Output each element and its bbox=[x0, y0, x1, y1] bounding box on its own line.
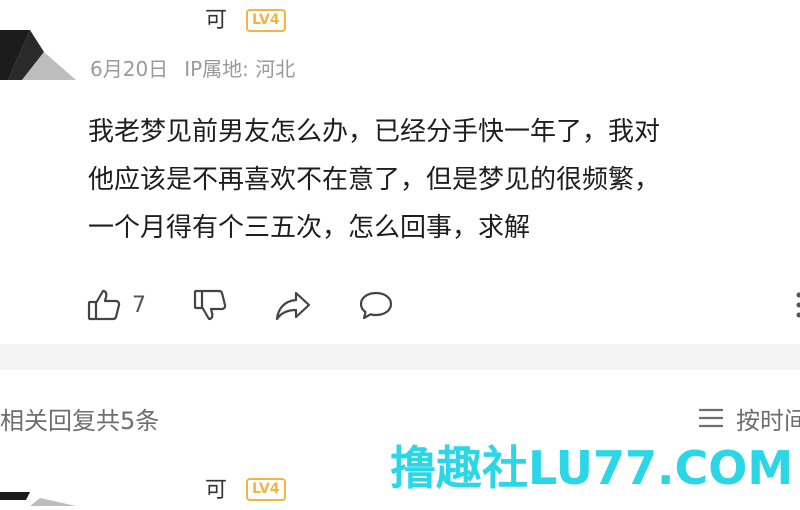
reply-level-badge: LV4 bbox=[246, 478, 286, 501]
ip-location: IP属地: 河北 bbox=[184, 57, 295, 81]
post-content: 我老梦见前男友怎么办，已经分手快一年了，我对 他应该是不再喜欢不在意了，但是梦见… bbox=[88, 108, 800, 252]
share-button[interactable] bbox=[274, 285, 312, 325]
thumbs-up-icon bbox=[86, 287, 122, 323]
thumbs-down-icon bbox=[192, 287, 228, 323]
sort-label: 按时间 bbox=[736, 406, 800, 436]
post-content-line: 一个月得有个三五次，怎么回事，求解 bbox=[88, 204, 800, 252]
section-divider bbox=[0, 344, 800, 370]
level-badge: LV4 bbox=[246, 9, 286, 32]
watermark: 撸趣社LU77.COM bbox=[390, 440, 793, 496]
comment-icon bbox=[358, 287, 394, 323]
avatar[interactable] bbox=[0, 22, 80, 88]
post-content-line: 他应该是不再喜欢不在意了，但是梦见的很频繁， bbox=[88, 156, 800, 204]
share-icon bbox=[274, 287, 312, 323]
reply-avatar[interactable] bbox=[0, 486, 80, 506]
reply-author-name[interactable]: 可 bbox=[205, 478, 227, 504]
replies-count-title: 相关回复共5条 bbox=[0, 406, 159, 436]
post-date: 6月20日 bbox=[90, 57, 168, 81]
menu-lines-icon bbox=[698, 406, 736, 436]
post-content-line: 我老梦见前男友怎么办，已经分手快一年了，我对 bbox=[88, 108, 800, 156]
comment-button[interactable] bbox=[358, 285, 394, 325]
post-meta: 6月20日 IP属地: 河北 bbox=[90, 56, 295, 82]
author-name[interactable]: 可 bbox=[205, 8, 227, 34]
like-count: 7 bbox=[132, 293, 146, 318]
like-button[interactable]: 7 bbox=[86, 285, 146, 325]
more-vertical-icon[interactable] bbox=[794, 290, 800, 320]
sort-button[interactable]: 按时间 bbox=[698, 406, 800, 436]
dislike-button[interactable] bbox=[192, 285, 228, 325]
